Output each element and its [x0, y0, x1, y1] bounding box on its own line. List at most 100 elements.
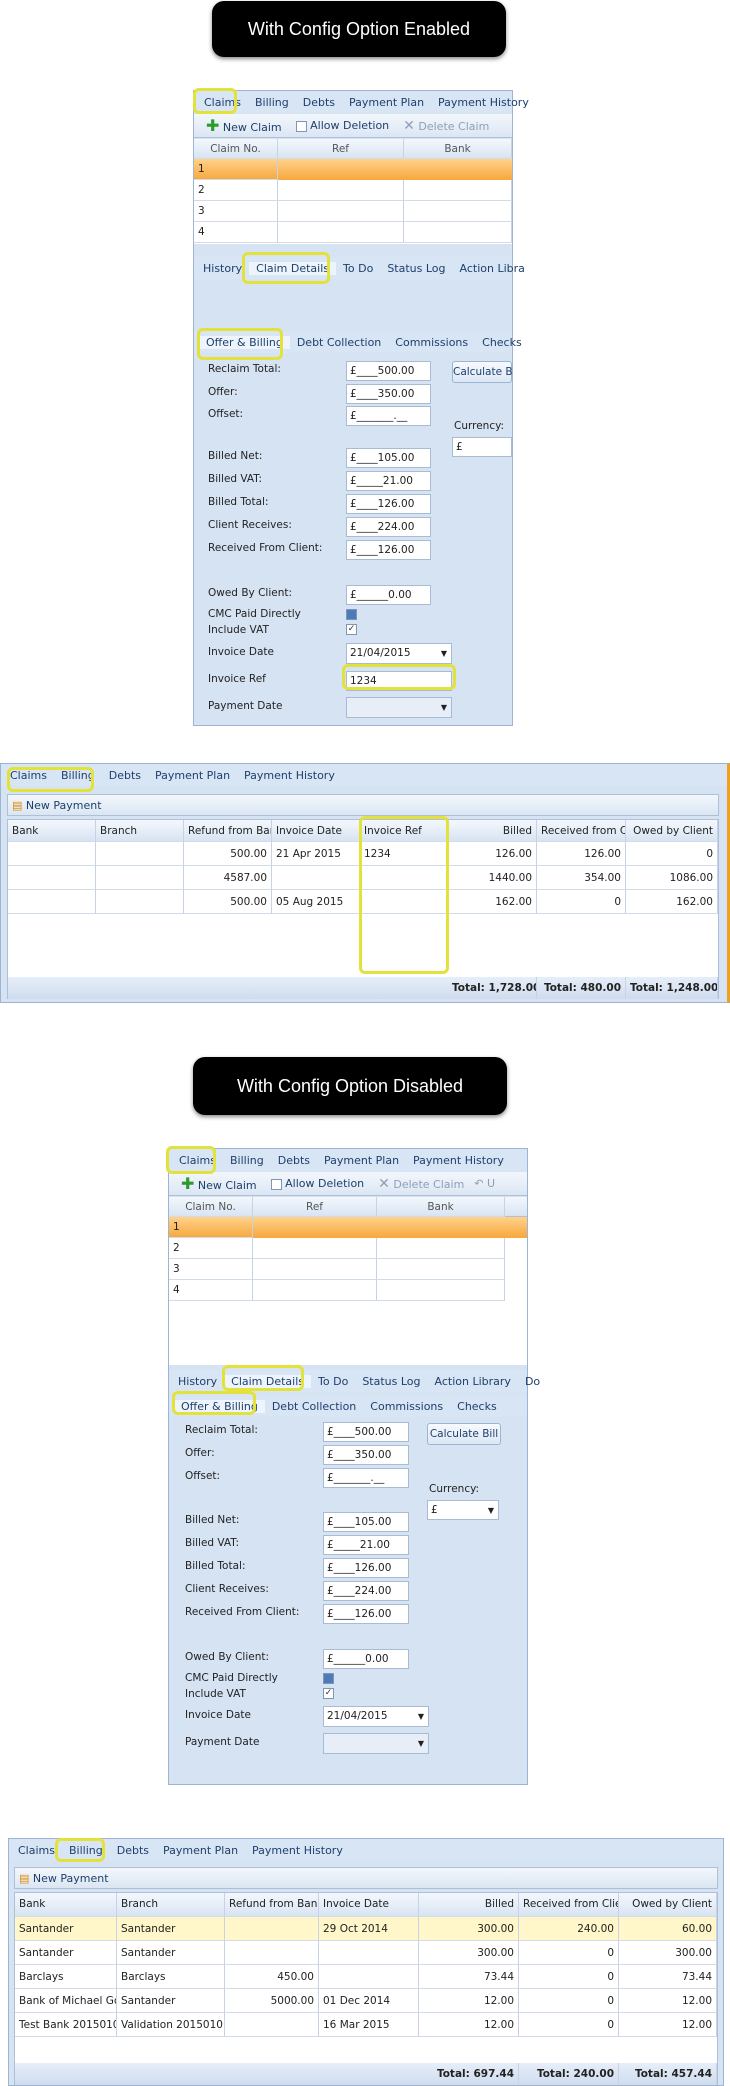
calculate-bill-button[interactable]: Calculate B	[452, 361, 513, 383]
header-received[interactable]: Received from C	[537, 820, 626, 842]
billing-cell[interactable]: Santander	[117, 1989, 225, 2013]
cmc-paid-checkbox[interactable]	[346, 609, 357, 620]
billing-cell[interactable]: Santander	[15, 1917, 117, 1941]
offer-field[interactable]: £____350.00	[323, 1445, 409, 1465]
tab-debts[interactable]: Debts	[271, 1154, 317, 1167]
invoice-date-field[interactable]: 21/04/2015 ▼	[323, 1706, 429, 1727]
header-ref[interactable]: Ref	[253, 1197, 377, 1217]
billing-cell[interactable]: 126.00	[448, 842, 537, 866]
new-claim-button[interactable]: ✚ New Claim	[206, 116, 282, 135]
chevron-down-icon[interactable]: ▼	[488, 1501, 494, 1520]
tab-action-library[interactable]: Action Library	[428, 1375, 518, 1388]
received-from-client-field[interactable]: £____126.00	[323, 1604, 409, 1624]
billing-cell[interactable]: 0	[519, 2013, 619, 2037]
billing-cell[interactable]: Santander	[15, 1941, 117, 1965]
offer-field[interactable]: £____350.00	[346, 384, 431, 404]
billed-net-field[interactable]: £____105.00	[323, 1512, 409, 1532]
billing-cell[interactable]: 12.00	[419, 1989, 519, 2013]
invoice-date-field[interactable]: 21/04/2015 ▼	[346, 643, 452, 664]
row-4-claim-no[interactable]: 4	[169, 1280, 253, 1301]
header-owed[interactable]: Owed by Client	[626, 820, 718, 842]
billing-cell[interactable]: 4587.00	[184, 866, 272, 890]
tab-to-do[interactable]: To Do	[336, 262, 380, 275]
tab-documents[interactable]: Do	[518, 1375, 547, 1388]
billing-cell[interactable]: 12.00	[619, 1989, 717, 2013]
tab-checks[interactable]: Checks	[450, 1400, 504, 1413]
row-2-bank[interactable]	[404, 180, 512, 201]
tab-action-library[interactable]: Action Libra	[453, 262, 532, 275]
tab-checks[interactable]: Checks	[475, 336, 529, 349]
billing-cell[interactable]: Bank of Michael Gc	[15, 1989, 117, 2013]
header-ref[interactable]: Ref	[278, 139, 404, 159]
header-branch[interactable]: Branch	[96, 820, 184, 842]
billing-cell[interactable]: 500.00	[184, 842, 272, 866]
header-bank[interactable]: Bank	[404, 139, 512, 159]
billing-cell[interactable]	[272, 866, 360, 890]
billing-cell[interactable]: 05 Aug 2015	[272, 890, 360, 914]
include-vat-checkbox[interactable]: ✓	[323, 1688, 334, 1699]
row-3-bank[interactable]	[377, 1259, 505, 1280]
billing-cell[interactable]: 450.00	[225, 1965, 319, 1989]
header-refund[interactable]: Refund from Ban	[184, 820, 272, 842]
billing-cell[interactable]: Barclays	[117, 1965, 225, 1989]
currency-select[interactable]: £	[452, 437, 512, 457]
billing-cell[interactable]	[96, 866, 184, 890]
tab-debt-collection[interactable]: Debt Collection	[265, 1400, 363, 1413]
offset-field[interactable]: £_______.__	[346, 406, 431, 426]
tab-billing[interactable]: Billing	[223, 1154, 271, 1167]
header-claim-no[interactable]: Claim No.	[169, 1197, 253, 1217]
tab-history[interactable]: History	[171, 1375, 224, 1388]
tab-status-log[interactable]: Status Log	[355, 1375, 427, 1388]
header-received[interactable]: Received from Clier	[519, 1893, 619, 1917]
row-3-ref[interactable]	[278, 201, 404, 222]
tab-debt-collection[interactable]: Debt Collection	[290, 336, 388, 349]
billing-cell[interactable]	[225, 1941, 319, 1965]
chevron-down-icon[interactable]: ▼	[418, 1707, 424, 1726]
delete-claim-button[interactable]: ✕ Delete Claim	[378, 1176, 464, 1192]
cmc-paid-checkbox[interactable]	[323, 1673, 334, 1684]
owed-by-client-field[interactable]: £______0.00	[346, 585, 431, 605]
chevron-down-icon[interactable]: ▼	[418, 1734, 424, 1753]
billing-cell[interactable]: 354.00	[537, 866, 626, 890]
header-bank[interactable]: Bank	[8, 820, 96, 842]
tab-payment-plan[interactable]: Payment Plan	[148, 769, 237, 782]
tab-debts[interactable]: Debts	[110, 1844, 156, 1857]
billing-cell[interactable]	[225, 2013, 319, 2037]
new-payment-button[interactable]: ▤ New Payment	[19, 1872, 109, 1885]
billing-cell[interactable]: 0	[519, 1965, 619, 1989]
billing-cell[interactable]: 0	[626, 842, 718, 866]
allow-deletion-checkbox[interactable]: Allow Deletion	[270, 1177, 364, 1190]
tab-to-do[interactable]: To Do	[311, 1375, 355, 1388]
reclaim-total-field[interactable]: £____500.00	[323, 1422, 409, 1442]
billed-net-field[interactable]: £____105.00	[346, 448, 431, 468]
offset-field[interactable]: £_______.__	[323, 1468, 409, 1488]
tab-debts[interactable]: Debts	[296, 96, 342, 109]
billing-cell[interactable]: 0	[537, 890, 626, 914]
row-1-claim-no[interactable]: 1	[169, 1217, 253, 1238]
row-2-claim-no[interactable]: 2	[169, 1238, 253, 1259]
tab-payment-history[interactable]: Payment History	[406, 1154, 511, 1167]
row-4-bank[interactable]	[404, 222, 512, 243]
billing-cell[interactable]: 0	[519, 1941, 619, 1965]
chevron-down-icon[interactable]: ▼	[441, 644, 447, 663]
tab-payment-plan[interactable]: Payment Plan	[156, 1844, 245, 1857]
owed-by-client-field[interactable]: £______0.00	[323, 1649, 409, 1669]
billing-cell[interactable]: 60.00	[619, 1917, 717, 1941]
currency-select[interactable]: £ ▼	[427, 1500, 499, 1520]
delete-claim-button[interactable]: ✕ Delete Claim	[403, 118, 489, 134]
allow-deletion-checkbox[interactable]: Allow Deletion	[295, 119, 389, 132]
tab-payment-plan[interactable]: Payment Plan	[342, 96, 431, 109]
billing-cell[interactable]: 240.00	[519, 1917, 619, 1941]
new-claim-button[interactable]: ✚ New Claim	[181, 1174, 257, 1193]
billing-cell[interactable]	[8, 842, 96, 866]
tab-payment-plan[interactable]: Payment Plan	[317, 1154, 406, 1167]
billed-vat-field[interactable]: £_____21.00	[346, 471, 431, 491]
row-4-bank[interactable]	[377, 1280, 505, 1301]
undo-button[interactable]: ↶ U	[474, 1177, 495, 1190]
header-invoice-date[interactable]: Invoice Date	[272, 820, 360, 842]
billing-cell[interactable]: 0	[519, 1989, 619, 2013]
billing-cell[interactable]: 73.44	[419, 1965, 519, 1989]
include-vat-checkbox[interactable]: ✓	[346, 624, 357, 635]
billing-cell[interactable]: 21 Apr 2015	[272, 842, 360, 866]
billing-cell[interactable]: Santander	[117, 1917, 225, 1941]
